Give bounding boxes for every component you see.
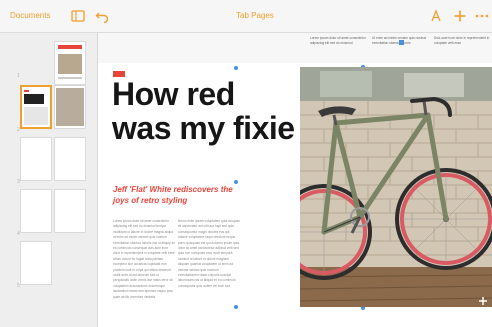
thumb-cover-image xyxy=(58,54,82,74)
page-thumbnails-sidebar: 1 2 3 4 5 xyxy=(0,33,98,327)
document-title: Tab Pages xyxy=(236,11,274,20)
page-number-5: 5 xyxy=(17,283,20,289)
toolbar: Documents Tab Pages xyxy=(0,0,492,33)
page-number-4: 4 xyxy=(17,231,20,237)
collaborate-icon[interactable] xyxy=(428,8,444,24)
caption-text: Duis aute irure dolor in reprehenderit i… xyxy=(434,36,490,45)
body-text: Lorem ipsum dolor sit amet consectetur a… xyxy=(113,219,175,299)
body-column-1[interactable]: Lorem ipsum dolor sit amet consectetur a… xyxy=(113,219,175,327)
page-thumbnail-4-right[interactable] xyxy=(54,189,86,233)
page-thumbnail-4-left[interactable] xyxy=(20,189,52,233)
document-canvas[interactable]: Lorem ipsum dolor sit amet consectetur a… xyxy=(98,33,492,327)
page-thumbnail-3-right[interactable] xyxy=(54,137,86,181)
bike-photo[interactable] xyxy=(300,67,492,307)
resize-icon[interactable] xyxy=(478,293,488,305)
pages-app: Documents Tab Pages 1 2 3 4 5 Lorem ipsu… xyxy=(0,0,492,327)
body-text: Nemo enim ipsam voluptatem quia voluptas… xyxy=(178,219,240,288)
page-number-1: 1 xyxy=(17,73,20,79)
thumb-bike-photo xyxy=(56,88,84,126)
bicycle-against-brick-wall-image xyxy=(300,67,492,307)
page-number-2: 2 xyxy=(17,127,20,133)
thumb-body-text xyxy=(24,107,48,125)
selection-handle[interactable] xyxy=(234,180,238,184)
page-thumbnail-2-left[interactable] xyxy=(20,85,52,129)
selection-handle[interactable] xyxy=(234,305,238,309)
thumb-tag xyxy=(24,90,29,92)
add-icon[interactable] xyxy=(452,8,468,24)
caption-text: Lorem ipsum dolor sit amet consectetur a… xyxy=(310,36,366,45)
body-column-2[interactable]: Nemo enim ipsam voluptatem quia voluptas… xyxy=(178,219,240,327)
documents-button[interactable]: Documents xyxy=(10,11,50,20)
caption-strip: Lorem ipsum dolor sit amet consectetur a… xyxy=(300,33,492,63)
selection-handle[interactable] xyxy=(234,66,238,70)
thumb-headline xyxy=(24,94,44,104)
thumb-cover-band xyxy=(58,45,82,49)
documents-grid-icon[interactable] xyxy=(70,8,86,24)
page-thumbnail-5-left[interactable] xyxy=(20,241,52,285)
text-cursor-marker xyxy=(399,40,404,45)
page-thumbnail-2-right[interactable] xyxy=(54,85,86,129)
more-icon[interactable] xyxy=(474,8,490,24)
thumb-text-line xyxy=(58,77,82,79)
page-number-3: 3 xyxy=(17,179,20,185)
undo-icon[interactable] xyxy=(94,8,110,24)
page-thumbnail-1[interactable] xyxy=(54,41,86,85)
article-standfirst[interactable]: Jeff 'Flat' White rediscovers the joys o… xyxy=(113,184,243,206)
page-thumbnail-3-left[interactable] xyxy=(20,137,52,181)
article-headline[interactable]: How red was my fixie xyxy=(112,77,302,145)
